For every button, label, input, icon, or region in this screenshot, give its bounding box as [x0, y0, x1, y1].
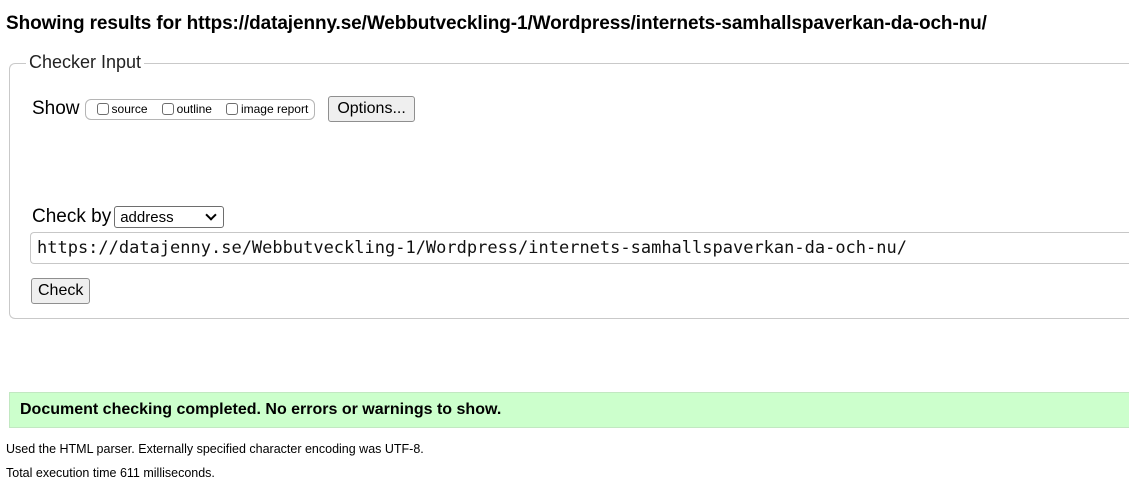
show-source-option[interactable]: source — [96, 102, 148, 116]
source-checkbox[interactable] — [96, 103, 109, 115]
show-label: Show — [32, 98, 80, 119]
results-heading: Showing results for https://datajenny.se… — [6, 13, 987, 34]
validator-page: Showing results for https://datajenny.se… — [0, 0, 1129, 482]
check-by-label: Check by — [32, 206, 112, 227]
success-message: Document checking completed. No errors o… — [9, 392, 1129, 428]
image-report-checkbox-label: image report — [240, 102, 309, 116]
url-input[interactable]: https://datajenny.se/Webbutveckling-1/Wo… — [30, 232, 1129, 264]
source-checkbox-label: source — [111, 102, 148, 116]
checker-input-legend: Checker Input — [26, 52, 145, 73]
check-by-select[interactable]: address — [114, 206, 225, 228]
show-options-group: source outline image report — [84, 98, 316, 120]
show-row: Show source outline image report Options… — [32, 96, 415, 122]
check-by-selected-value: address — [120, 208, 174, 226]
show-outline-option[interactable]: outline — [161, 102, 212, 116]
outline-checkbox-label: outline — [176, 102, 212, 116]
outline-checkbox[interactable] — [161, 103, 174, 115]
image-report-checkbox[interactable] — [225, 103, 238, 115]
parser-info: Used the HTML parser. Externally specifi… — [6, 442, 424, 456]
check-button[interactable]: Check — [31, 278, 91, 304]
show-image-report-option[interactable]: image report — [225, 102, 309, 116]
check-by-row: Check by address — [32, 205, 225, 229]
execution-time: Total execution time 611 milliseconds. — [6, 466, 215, 480]
options-button[interactable]: Options... — [328, 96, 415, 122]
chevron-down-icon — [205, 209, 217, 221]
